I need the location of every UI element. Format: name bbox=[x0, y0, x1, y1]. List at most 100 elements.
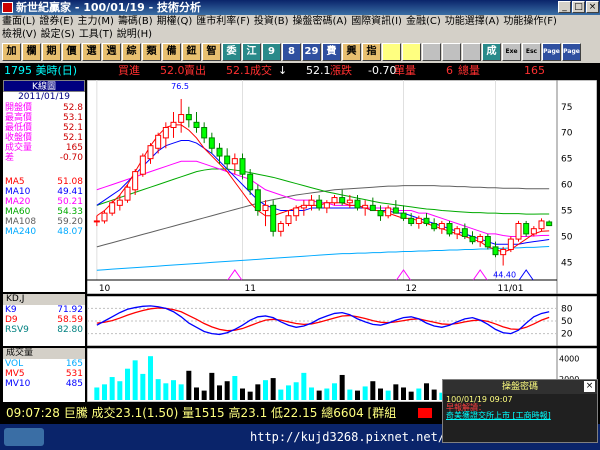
menu-item-1-4[interactable]: 期權(Q) bbox=[155, 15, 195, 28]
candle-body bbox=[346, 199, 353, 204]
toolbar-button-10[interactable]: 智 bbox=[202, 43, 221, 61]
toolbar-button-21[interactable] bbox=[422, 43, 441, 61]
menu-item-1-1[interactable]: 證券(E) bbox=[37, 15, 75, 28]
toolbar-button-5[interactable]: 週 bbox=[102, 43, 121, 61]
toolbar-button-15[interactable]: 29 bbox=[302, 43, 321, 61]
menu-row-1: 畫面(L) 證券(E) 主力(M) 籌碼(B) 期權(Q) 匯市利率(F) 投資(B) 操盤密… bbox=[0, 15, 559, 28]
toolbar-button-13[interactable]: 9 bbox=[262, 43, 281, 61]
toolbar-button-24[interactable]: 成 bbox=[482, 43, 501, 61]
kline-legend-panel: K線圖 2011/01/19 開盤價 52.8 最高價 53.1 最低價 52.1 收盤價 5… bbox=[3, 80, 85, 292]
vol-value: 6 bbox=[446, 64, 453, 77]
price-chart[interactable]: 10 11 12 11/01 76.5 44.40 bbox=[87, 80, 557, 294]
volrows-row: MV10 485 bbox=[3, 379, 85, 389]
toolbar-button-27[interactable]: Page bbox=[542, 43, 561, 61]
candle-body bbox=[530, 228, 537, 235]
toolbar-button-26[interactable]: Esc bbox=[522, 43, 541, 61]
toolbar-button-2[interactable]: 期 bbox=[42, 43, 61, 61]
menu-item-1-3[interactable]: 籌碼(B) bbox=[116, 15, 155, 28]
total-label: 總量 bbox=[458, 64, 480, 77]
change-label: 漲跌 bbox=[330, 64, 352, 77]
price-tick-label: 60 bbox=[561, 181, 573, 191]
date-label: 11/01 bbox=[498, 284, 524, 294]
toolbar-button-16[interactable]: 費 bbox=[322, 43, 341, 61]
toolbar-button-22[interactable] bbox=[442, 43, 461, 61]
volume-bar bbox=[178, 384, 184, 400]
menu-item-1-11[interactable]: 功能操作(F) bbox=[501, 15, 559, 28]
menu-item-1-0[interactable]: 畫面(L) bbox=[0, 15, 37, 28]
menu-item-1-10[interactable]: 功能選擇(A) bbox=[443, 15, 502, 28]
stock-code: 1795 美時(日) bbox=[4, 64, 78, 77]
toolbar-button-0[interactable]: 加 bbox=[2, 43, 21, 61]
volume-bar bbox=[286, 385, 291, 400]
legend-label: MV10 bbox=[5, 379, 31, 389]
candle-body bbox=[270, 204, 277, 232]
app-icon[interactable] bbox=[2, 2, 13, 13]
close-icon[interactable]: × bbox=[586, 1, 599, 13]
legend-value: -0.70 bbox=[59, 153, 83, 163]
krows-row: 差 -0.70 bbox=[3, 153, 85, 163]
toolbar-button-14[interactable]: 8 bbox=[282, 43, 301, 61]
volume-bar bbox=[132, 360, 138, 400]
kline-panel-title[interactable]: K線圖 bbox=[3, 80, 85, 92]
kd-chart[interactable] bbox=[87, 296, 557, 346]
legend-value: 53.1 bbox=[62, 113, 83, 123]
toolbar-button-7[interactable]: 類 bbox=[142, 43, 161, 61]
toolbar-button-4[interactable]: 選 bbox=[82, 43, 101, 61]
toolbar-button-23[interactable] bbox=[462, 43, 481, 61]
candle-body bbox=[546, 221, 553, 227]
legend-label: MA108 bbox=[5, 217, 37, 227]
total-value: 165 bbox=[524, 64, 545, 77]
minimize-icon[interactable]: _ bbox=[558, 1, 571, 13]
toolbar-button-19[interactable] bbox=[382, 43, 401, 61]
candle-body bbox=[500, 248, 507, 256]
volume-bar bbox=[217, 385, 222, 400]
legend-label: D9 bbox=[5, 315, 18, 325]
maximize-icon[interactable]: □ bbox=[572, 1, 585, 13]
menu-item-1-6[interactable]: 投資(B) bbox=[252, 15, 291, 28]
toolbar-button-18[interactable]: 指 bbox=[362, 43, 381, 61]
toolbar-button-1[interactable]: 欄 bbox=[22, 43, 41, 61]
legend-label: 收盤價 bbox=[5, 133, 33, 143]
candle-body bbox=[224, 155, 231, 165]
start-button[interactable] bbox=[4, 428, 44, 446]
close-icon[interactable]: × bbox=[584, 381, 595, 392]
legend-label: MA20 bbox=[5, 197, 31, 207]
candle-body bbox=[308, 199, 315, 206]
kd-panel-title[interactable]: KD,J bbox=[3, 294, 85, 305]
popup-news-link[interactable]: 奇美獲證交所上市 [工商時報] bbox=[446, 412, 594, 420]
marows-row: MA108 59.20 bbox=[3, 217, 85, 227]
toolbar-button-6[interactable]: 綜 bbox=[122, 43, 141, 61]
toolbar-button-17[interactable]: 興 bbox=[342, 43, 361, 61]
price-tick-label: 75 bbox=[561, 103, 572, 113]
menu-item-1-5[interactable]: 匯市利率(F) bbox=[194, 15, 252, 28]
toolbar-button-9[interactable]: 鈕 bbox=[182, 43, 201, 61]
volume-panel-title[interactable]: 成交量 bbox=[3, 348, 85, 359]
menu-item-1-2[interactable]: 主力(M) bbox=[76, 15, 116, 28]
menu-item-2-1[interactable]: 設定(S) bbox=[39, 28, 77, 41]
volume-bar bbox=[109, 377, 115, 400]
volume-bar bbox=[401, 387, 406, 400]
volume-bar bbox=[339, 374, 345, 400]
kline-date: 2011/01/19 bbox=[18, 92, 70, 102]
legend-label: K9 bbox=[5, 305, 17, 315]
legend-value: 52.1 bbox=[62, 133, 83, 143]
menu-item-2-3[interactable]: 說明(H) bbox=[115, 28, 154, 41]
candle-body bbox=[469, 235, 476, 243]
marows-row: MA10 49.41 bbox=[3, 187, 85, 197]
toolbar-button-12[interactable]: 江 bbox=[242, 43, 261, 61]
volume-bar bbox=[301, 372, 307, 400]
toolbar-button-11[interactable]: 委 bbox=[222, 43, 241, 61]
menu-item-2-2[interactable]: 工具(T) bbox=[77, 28, 115, 41]
menu-item-1-7[interactable]: 操盤密碼(A) bbox=[291, 15, 350, 28]
toolbar-button-20[interactable] bbox=[402, 43, 421, 61]
menu-item-2-0[interactable]: 檢視(V) bbox=[0, 28, 39, 41]
volume-bar bbox=[370, 381, 376, 400]
menu-item-1-9[interactable]: 金融(C) bbox=[404, 15, 443, 28]
menu-item-1-8[interactable]: 國際資訊(I) bbox=[349, 15, 404, 28]
toolbar-button-3[interactable]: 價 bbox=[62, 43, 81, 61]
legend-label: 最低價 bbox=[5, 123, 33, 133]
toolbar-button-8[interactable]: 備 bbox=[162, 43, 181, 61]
toolbar-button-28[interactable]: Page bbox=[562, 43, 581, 61]
toolbar-button-25[interactable]: Exe bbox=[502, 43, 521, 61]
